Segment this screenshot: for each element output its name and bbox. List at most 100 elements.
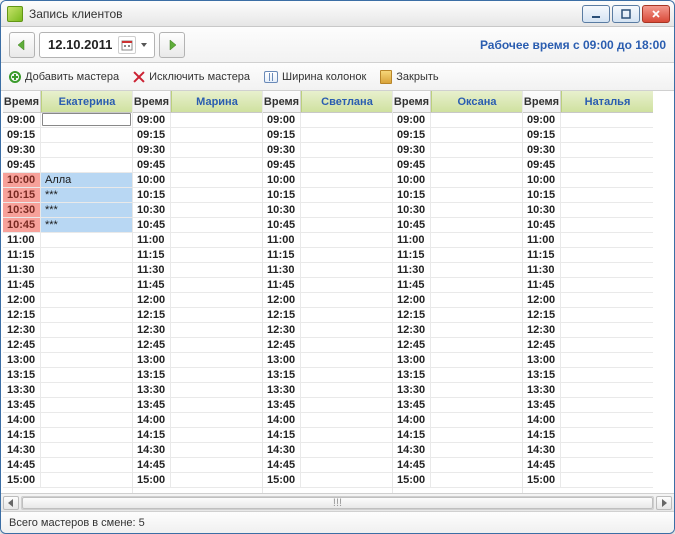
slot-cell[interactable] bbox=[301, 428, 392, 442]
time-slot[interactable]: 12:45 bbox=[263, 338, 392, 353]
slot-cell[interactable] bbox=[41, 413, 132, 427]
slot-cell[interactable] bbox=[301, 233, 392, 247]
slot-cell[interactable] bbox=[561, 188, 653, 202]
time-slot[interactable]: 14:15 bbox=[3, 428, 132, 443]
time-slot[interactable]: 11:15 bbox=[393, 248, 522, 263]
time-slot[interactable]: 13:45 bbox=[263, 398, 392, 413]
slot-cell[interactable] bbox=[561, 263, 653, 277]
date-dropdown-icon[interactable] bbox=[138, 41, 150, 49]
time-slot[interactable]: 14:15 bbox=[393, 428, 522, 443]
slot-cell[interactable] bbox=[301, 368, 392, 382]
time-slot[interactable]: 10:00Алла bbox=[3, 173, 132, 188]
scroll-left-button[interactable] bbox=[3, 496, 19, 510]
slot-cell[interactable] bbox=[561, 173, 653, 187]
slot-cell[interactable] bbox=[561, 338, 653, 352]
time-slot[interactable]: 12:15 bbox=[133, 308, 262, 323]
time-slot[interactable]: 13:15 bbox=[393, 368, 522, 383]
time-slot[interactable]: 09:45 bbox=[263, 158, 392, 173]
column-time-header[interactable]: Время bbox=[3, 91, 41, 112]
time-slot[interactable]: 14:30 bbox=[133, 443, 262, 458]
slot-cell[interactable] bbox=[171, 128, 262, 142]
slot-cell[interactable] bbox=[431, 398, 522, 412]
time-slot[interactable]: 10:00 bbox=[393, 173, 522, 188]
time-slot[interactable]: 11:45 bbox=[3, 278, 132, 293]
time-slot[interactable]: 15:00 bbox=[133, 473, 262, 488]
time-slot[interactable]: 10:45 bbox=[523, 218, 653, 233]
time-slot[interactable]: 13:45 bbox=[3, 398, 132, 413]
slot-cell[interactable] bbox=[301, 128, 392, 142]
time-slot[interactable]: 12:00 bbox=[393, 293, 522, 308]
time-slot[interactable]: 14:15 bbox=[133, 428, 262, 443]
time-slot[interactable]: 11:00 bbox=[3, 233, 132, 248]
slot-cell[interactable] bbox=[301, 308, 392, 322]
time-slot[interactable]: 12:00 bbox=[133, 293, 262, 308]
slot-cell[interactable] bbox=[301, 383, 392, 397]
slot-cell[interactable] bbox=[431, 293, 522, 307]
time-slot[interactable]: 13:45 bbox=[523, 398, 653, 413]
slot-cell[interactable] bbox=[561, 383, 653, 397]
time-slot[interactable]: 09:15 bbox=[393, 128, 522, 143]
time-slot[interactable]: 11:00 bbox=[133, 233, 262, 248]
slot-cell[interactable] bbox=[171, 458, 262, 472]
slot-cell[interactable] bbox=[431, 128, 522, 142]
time-slot[interactable]: 10:15 bbox=[133, 188, 262, 203]
column-time-header[interactable]: Время bbox=[133, 91, 171, 112]
slot-cell[interactable] bbox=[171, 263, 262, 277]
slot-cell[interactable] bbox=[171, 383, 262, 397]
slot-cell[interactable] bbox=[41, 248, 132, 262]
time-slot[interactable]: 10:45 bbox=[133, 218, 262, 233]
time-slot[interactable]: 13:15 bbox=[263, 368, 392, 383]
slot-cell[interactable] bbox=[431, 458, 522, 472]
time-slot[interactable]: 14:30 bbox=[523, 443, 653, 458]
exclude-master-button[interactable]: Исключить мастера bbox=[133, 71, 250, 83]
time-slot[interactable]: 15:00 bbox=[263, 473, 392, 488]
time-slot[interactable]: 13:00 bbox=[3, 353, 132, 368]
slot-cell[interactable] bbox=[431, 263, 522, 277]
time-slot[interactable]: 12:45 bbox=[3, 338, 132, 353]
slot-cell[interactable] bbox=[431, 428, 522, 442]
slot-cell[interactable] bbox=[561, 413, 653, 427]
time-slot[interactable]: 14:45 bbox=[393, 458, 522, 473]
slot-cell[interactable] bbox=[431, 383, 522, 397]
slot-cell[interactable] bbox=[561, 233, 653, 247]
slot-cell[interactable] bbox=[561, 113, 653, 127]
slot-cell[interactable] bbox=[431, 248, 522, 262]
slot-cell[interactable]: Алла bbox=[41, 173, 132, 187]
slot-cell[interactable] bbox=[301, 263, 392, 277]
scroll-right-button[interactable] bbox=[656, 496, 672, 510]
slot-cell[interactable] bbox=[41, 398, 132, 412]
time-slot[interactable]: 10:45 bbox=[393, 218, 522, 233]
slot-cell[interactable] bbox=[431, 473, 522, 487]
time-slot[interactable]: 11:45 bbox=[523, 278, 653, 293]
time-slot[interactable]: 13:30 bbox=[523, 383, 653, 398]
slot-cell[interactable] bbox=[41, 383, 132, 397]
slot-cell[interactable] bbox=[431, 113, 522, 127]
column-time-header[interactable]: Время bbox=[523, 91, 561, 112]
time-slot[interactable]: 11:15 bbox=[523, 248, 653, 263]
slot-cell[interactable] bbox=[301, 173, 392, 187]
slot-cell[interactable] bbox=[431, 143, 522, 157]
column-master-header[interactable]: Наталья bbox=[561, 91, 653, 112]
slot-cell[interactable] bbox=[301, 293, 392, 307]
slot-cell[interactable] bbox=[171, 413, 262, 427]
time-slot[interactable]: 13:30 bbox=[133, 383, 262, 398]
time-slot[interactable]: 09:15 bbox=[133, 128, 262, 143]
time-slot[interactable]: 14:00 bbox=[523, 413, 653, 428]
slot-cell[interactable] bbox=[41, 443, 132, 457]
time-slot[interactable]: 13:00 bbox=[263, 353, 392, 368]
slot-cell[interactable] bbox=[301, 248, 392, 262]
time-slot[interactable]: 09:45 bbox=[133, 158, 262, 173]
slot-cell[interactable] bbox=[41, 368, 132, 382]
slot-cell[interactable] bbox=[41, 293, 132, 307]
column-master-header[interactable]: Екатерина bbox=[41, 91, 132, 112]
slot-cell[interactable] bbox=[301, 353, 392, 367]
column-time-header[interactable]: Время bbox=[393, 91, 431, 112]
slot-cell[interactable] bbox=[171, 158, 262, 172]
slot-cell[interactable] bbox=[42, 113, 131, 126]
slot-cell[interactable] bbox=[41, 263, 132, 277]
slot-cell[interactable] bbox=[431, 443, 522, 457]
column-master-header[interactable]: Оксана bbox=[431, 91, 522, 112]
time-slot[interactable]: 10:00 bbox=[523, 173, 653, 188]
slot-cell[interactable] bbox=[171, 323, 262, 337]
prev-day-button[interactable] bbox=[9, 32, 35, 58]
